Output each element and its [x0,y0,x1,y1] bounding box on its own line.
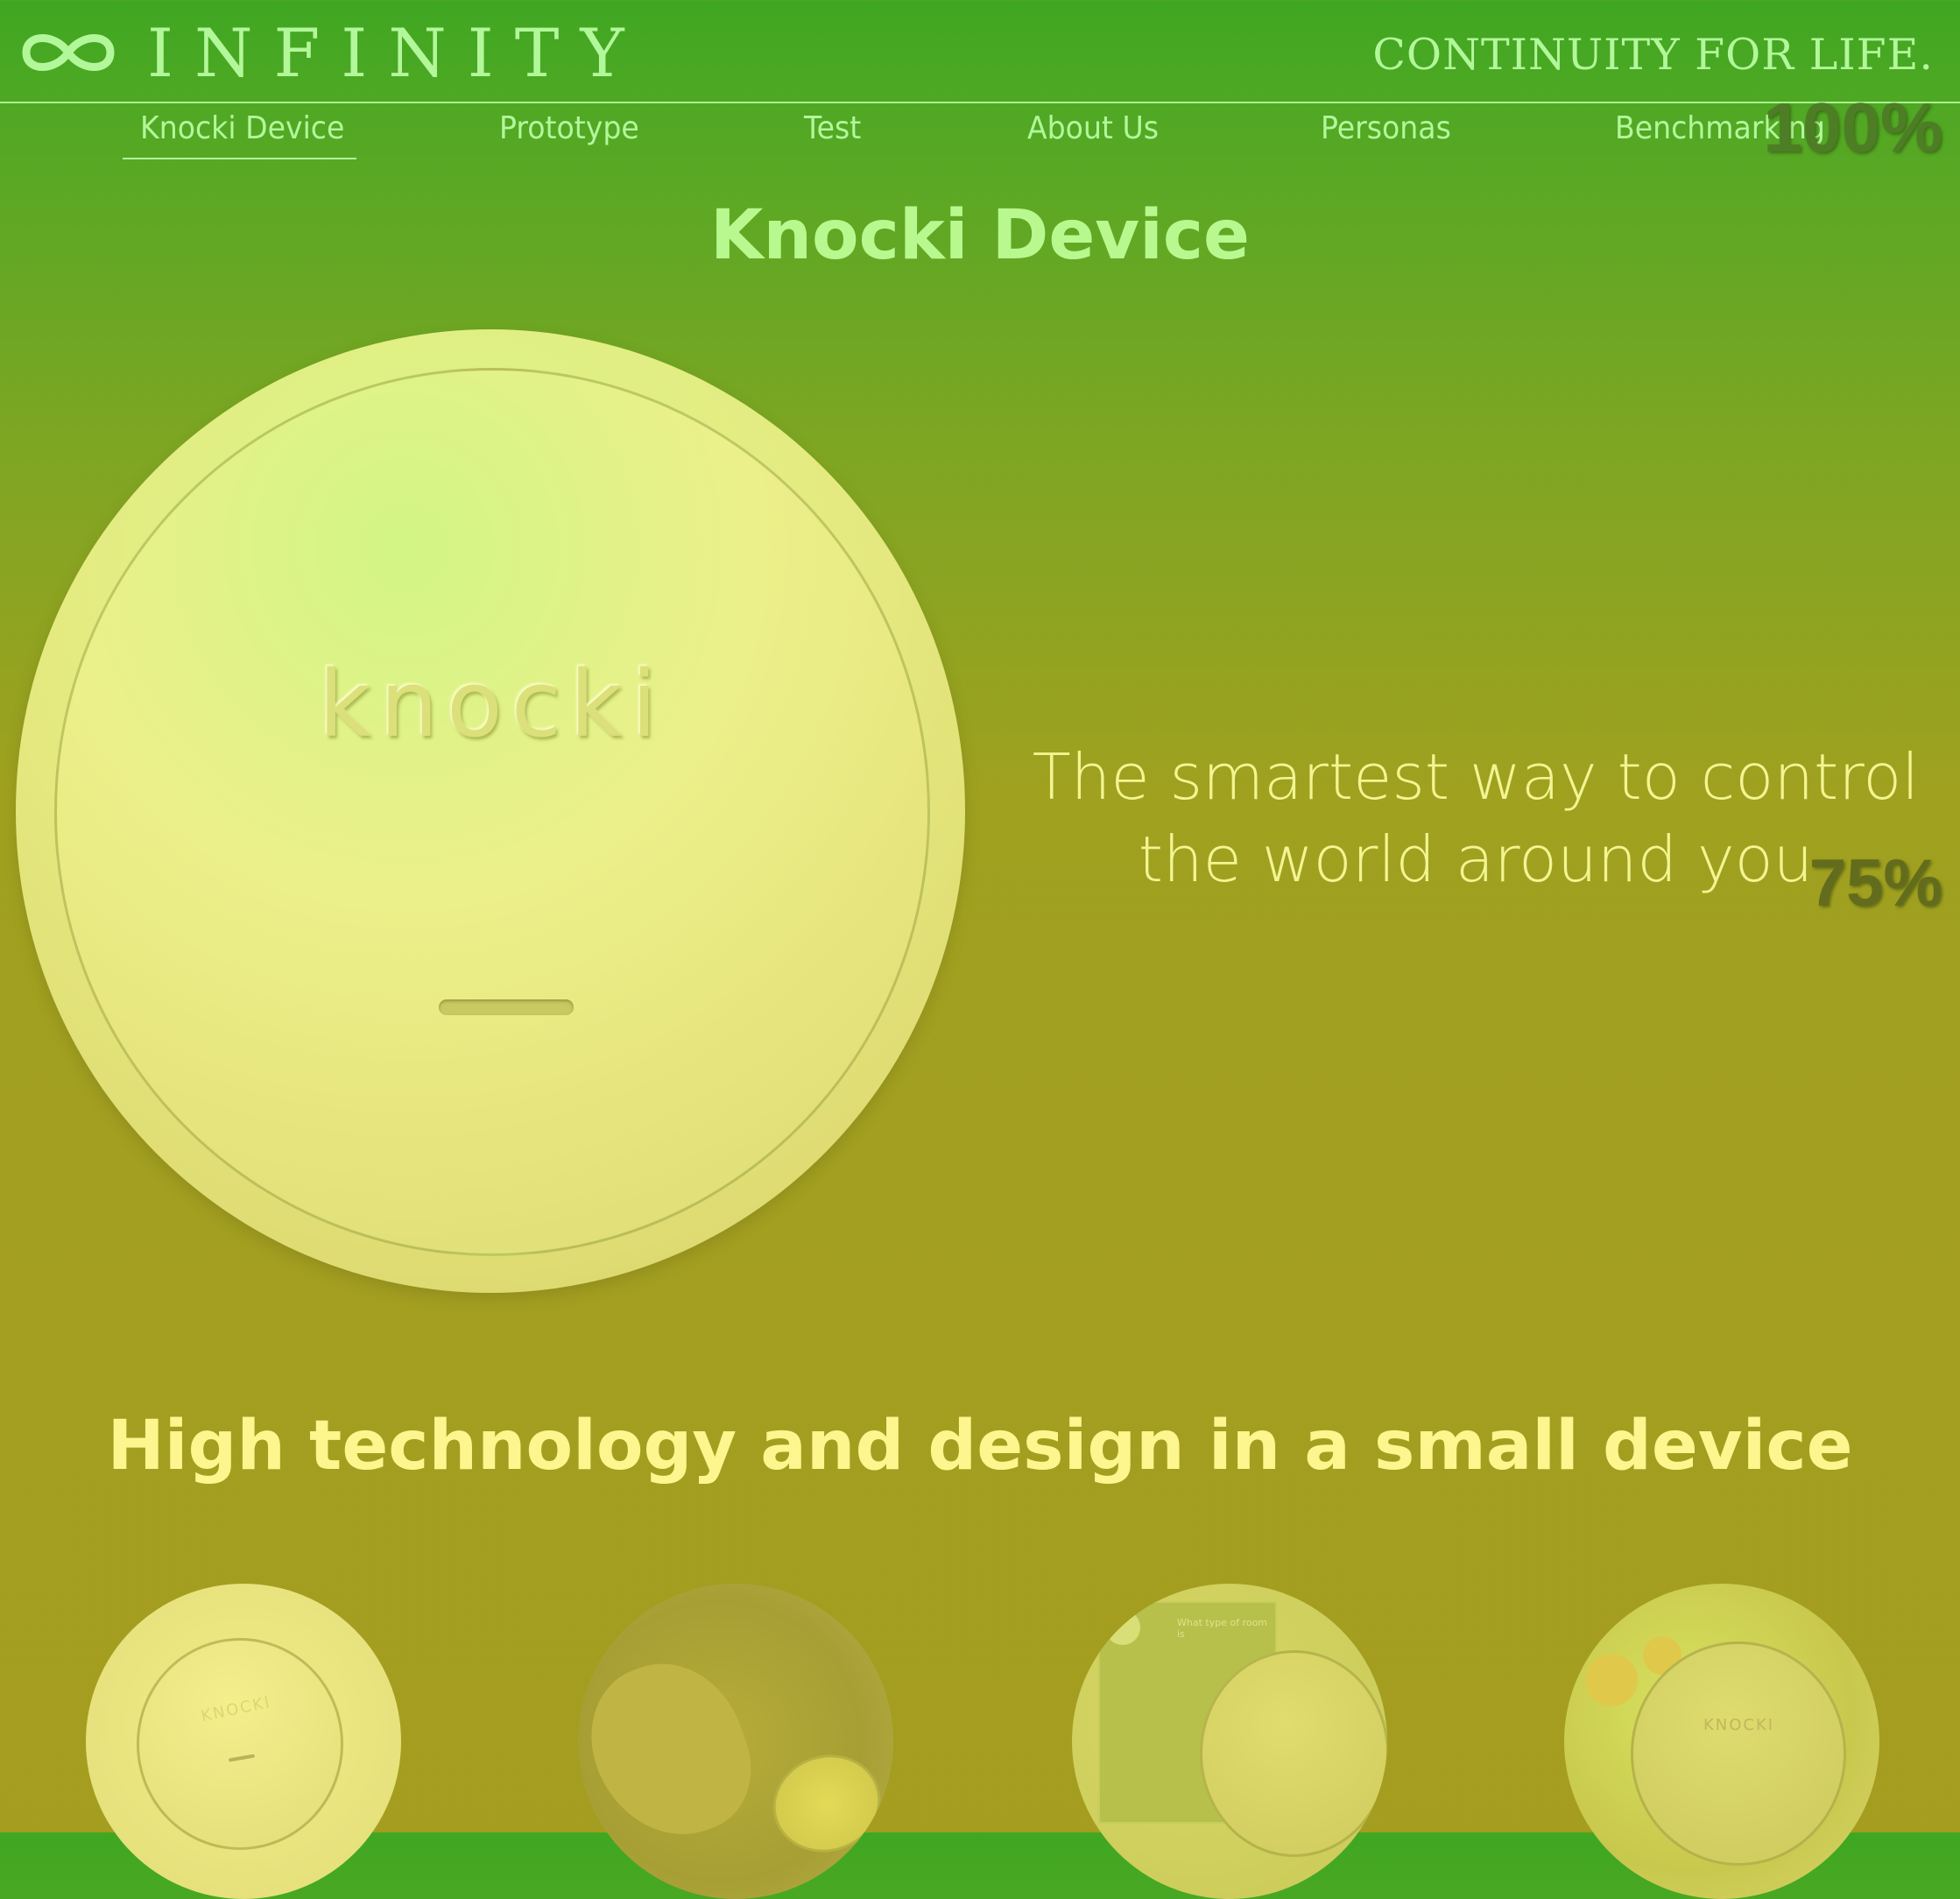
page-title: Knocki Device [710,196,1250,275]
mini-device-slot [228,1754,256,1762]
knocki-device-image: knocki [16,329,965,1293]
device-brand-logo: knocki [318,651,666,758]
nav-active-underline [123,158,356,159]
nav-item-test[interactable]: Test [804,110,861,146]
scroll-percent-indicator-secondary: 75% [1808,846,1942,921]
nav-item-about-us[interactable]: About Us [1027,110,1159,146]
device-led-slot [439,999,574,1015]
panel-heading: What type of room is [1177,1617,1268,1640]
feature-thumb-room-panel[interactable]: What type of room is [1072,1584,1387,1899]
mini-device [1200,1650,1387,1857]
infinity-logo-icon[interactable] [16,25,121,81]
feature-thumb-device-top-view[interactable]: KNOCKI [86,1584,401,1899]
mini-device: KNOCKI [137,1638,343,1850]
nav-item-personas[interactable]: Personas [1321,110,1451,146]
brand-tagline: CONTINUITY FOR LIFE. [1372,30,1934,80]
small-device [760,1740,893,1867]
nav-item-prototype[interactable]: Prototype [499,110,639,146]
feature-thumb-hand-knocking[interactable] [578,1584,893,1899]
site-header: INFINITY CONTINUITY FOR LIFE. [0,0,1960,103]
fruit-blob [1585,1654,1638,1706]
panel-icon-circle [1105,1610,1140,1645]
device-face: knocki [54,368,930,1256]
feature-thumb-hands-holding-device[interactable]: KNOCKI [1564,1584,1879,1899]
hand-shape [578,1641,771,1859]
scroll-percent-indicator: 100% [1763,88,1942,166]
brand-name[interactable]: INFINITY [147,14,645,92]
mini-device-brand: KNOCKI [1703,1716,1775,1734]
mini-device-brand: KNOCKI [199,1692,273,1726]
hero-tagline: The smartest way to control the world ar… [1032,740,1920,896]
features-section-title: High technology and design in a small de… [107,1407,1853,1486]
nav-item-knocki-device[interactable]: Knocki Device [140,110,344,146]
